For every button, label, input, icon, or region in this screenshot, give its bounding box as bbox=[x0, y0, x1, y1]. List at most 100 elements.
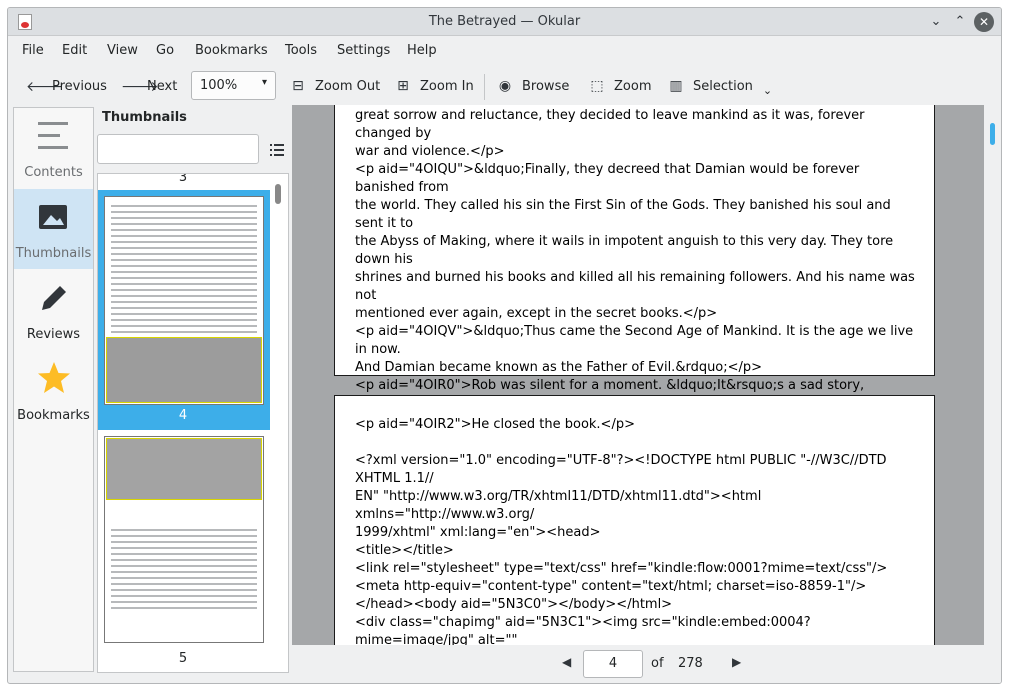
text-line: <p aid="4OIR2">He closed the book.</p> bbox=[355, 417, 635, 432]
thumbnails-title: Thumbnails bbox=[102, 110, 187, 125]
zoom-select-icon: ⬚ bbox=[590, 78, 604, 94]
text-line: <p aid="4OIQV">&ldquo;Thus came the Seco… bbox=[355, 324, 918, 357]
text-line: the world. They called his sin the First… bbox=[355, 198, 895, 231]
current-page-input[interactable]: 4 bbox=[583, 650, 643, 678]
chevron-down-icon: ▾ bbox=[261, 77, 267, 88]
sidebar-item-reviews[interactable]: Reviews bbox=[14, 270, 93, 350]
text-line: <title></title> bbox=[355, 543, 454, 558]
zoom-out-button[interactable]: ⊟ Zoom Out bbox=[289, 76, 380, 96]
sidebar-item-label: Thumbnails bbox=[15, 246, 92, 261]
menu-bar: File Edit View Go Bookmarks Tools Settin… bbox=[8, 36, 1001, 66]
side-navigation: Contents Thumbnails Reviews Bookmarks bbox=[13, 107, 94, 672]
text-line: war and violence.</p> bbox=[355, 144, 505, 159]
zoom-in-icon: ⊞ bbox=[397, 78, 409, 94]
okular-window: The Betrayed — Okular ⌄ ⌃ ✕ File Edit Vi… bbox=[7, 7, 1002, 684]
document-scrollbar-handle[interactable] bbox=[990, 123, 995, 145]
page-of-label: of bbox=[651, 656, 664, 671]
sidebar-item-contents[interactable]: Contents bbox=[14, 108, 93, 188]
toolbar-separator bbox=[484, 74, 485, 100]
text-line: <div class="chapimg" aid="5N3C1"><img sr… bbox=[355, 615, 811, 645]
selection-icon: ▥ bbox=[669, 78, 683, 94]
zoom-out-icon: ⊟ bbox=[292, 78, 304, 94]
menu-view[interactable]: View bbox=[107, 43, 138, 58]
browse-label: Browse bbox=[522, 78, 570, 94]
text-line: </head><body aid="5N3C0"></body></html> bbox=[355, 597, 673, 612]
menu-settings[interactable]: Settings bbox=[337, 43, 390, 58]
text-line: shrines and burned his books and killed … bbox=[355, 270, 919, 303]
zoom-in-button[interactable]: ⊞ Zoom In bbox=[394, 76, 474, 96]
text-line: mentioned ever again, except in the secr… bbox=[355, 306, 718, 321]
pen-icon bbox=[42, 286, 66, 310]
thumbnails-panel: Thumbnails 3 4 5 bbox=[96, 107, 290, 673]
previous-page-icon[interactable]: ◀ bbox=[562, 655, 571, 669]
menu-file[interactable]: File bbox=[22, 43, 44, 58]
contents-icon bbox=[38, 122, 68, 149]
previous-button[interactable]: 🡐 Previous bbox=[26, 76, 107, 96]
thumbnail-selected[interactable]: 4 bbox=[98, 190, 270, 430]
text-line: EN" "http://www.w3.org/TR/xhtml11/DTD/xh… bbox=[355, 489, 766, 522]
page-navigation-bar: ◀ 4 of 278 ▶ bbox=[292, 645, 1001, 683]
zoom-tool-label: Zoom bbox=[614, 78, 652, 94]
text-line: And Damian became known as the Father of… bbox=[355, 360, 763, 375]
thumbnail-page-4[interactable] bbox=[104, 196, 264, 405]
sidebar-item-label: Reviews bbox=[26, 327, 81, 342]
close-icon[interactable]: ✕ bbox=[974, 12, 994, 32]
zoom-in-label: Zoom In bbox=[420, 78, 474, 94]
menu-bookmarks[interactable]: Bookmarks bbox=[195, 43, 268, 58]
selection-label: Selection bbox=[693, 78, 753, 94]
sidebar-item-label: Bookmarks bbox=[17, 408, 90, 423]
text-line: the Abyss of Making, where it wails in i… bbox=[355, 234, 898, 267]
thumbnail-scrollbar-handle[interactable] bbox=[275, 184, 281, 204]
text-line: <meta http-equiv="content-type" content=… bbox=[355, 579, 867, 594]
menu-help[interactable]: Help bbox=[407, 43, 437, 58]
zoom-level-combo[interactable]: 100% ▾ bbox=[191, 71, 276, 100]
document-page-4[interactable]: great sorrow and reluctance, they decide… bbox=[334, 105, 935, 501]
main-toolbar: 🡐 Previous 🡒 Next 100% ▾ ⊟ Zoom Out ⊞ Zo… bbox=[8, 66, 1001, 106]
next-button[interactable]: 🡒 Next bbox=[121, 76, 177, 96]
chevron-down-icon[interactable]: ⌄ bbox=[763, 76, 772, 97]
thumbnail-list[interactable]: 3 4 5 bbox=[97, 173, 289, 673]
sidebar-item-thumbnails[interactable]: Thumbnails bbox=[14, 189, 93, 269]
text-line: great sorrow and reluctance, they decide… bbox=[355, 108, 869, 141]
filter-options-icon[interactable] bbox=[270, 144, 284, 156]
thumbnails-search-input[interactable] bbox=[97, 134, 259, 164]
previous-label: Previous bbox=[52, 78, 107, 94]
zoom-level-value: 100% bbox=[200, 78, 238, 93]
zoom-out-label: Zoom Out bbox=[315, 78, 381, 94]
menu-go[interactable]: Go bbox=[156, 43, 174, 58]
page-text[interactable]: <p aid="4OIR2">He closed the book.</p> <?… bbox=[355, 416, 920, 645]
menu-edit[interactable]: Edit bbox=[62, 43, 87, 58]
visible-area-highlight bbox=[106, 337, 262, 403]
thumbnail-page-5[interactable] bbox=[104, 436, 264, 643]
selection-tool-button[interactable]: ▥ Selection ⌄ bbox=[667, 76, 772, 97]
thumbnail-page-number: 4 bbox=[178, 408, 188, 423]
title-bar: The Betrayed — Okular ⌄ ⌃ ✕ bbox=[8, 8, 1001, 36]
maximize-icon[interactable]: ⌃ bbox=[950, 12, 970, 32]
text-line: <link rel="stylesheet" type="text/css" h… bbox=[355, 561, 888, 576]
thumbnail-page-number: 5 bbox=[178, 651, 188, 666]
document-scrollbar[interactable] bbox=[984, 105, 1001, 645]
text-line: <p aid="4OIQU">&ldquo;Finally, they decr… bbox=[355, 162, 864, 195]
mouse-icon: ◉ bbox=[498, 78, 512, 94]
document-page-5[interactable]: <p aid="4OIR2">He closed the book.</p> <?… bbox=[334, 395, 935, 645]
sidebar-item-bookmarks[interactable]: Bookmarks bbox=[14, 351, 93, 431]
next-page-icon[interactable]: ▶ bbox=[732, 655, 741, 669]
thumbnails-icon bbox=[39, 205, 67, 229]
text-line: <?xml version="1.0" encoding="UTF-8"?><!… bbox=[355, 453, 891, 486]
browse-tool-button[interactable]: ◉ Browse bbox=[496, 76, 569, 96]
zoom-tool-button[interactable]: ⬚ Zoom bbox=[588, 76, 651, 96]
thumbnail-page-number: 3 bbox=[178, 173, 188, 185]
arrow-right-icon: 🡒 bbox=[121, 78, 159, 95]
text-line bbox=[355, 434, 920, 452]
total-pages-label: 278 bbox=[678, 656, 703, 671]
next-label: Next bbox=[147, 78, 178, 94]
star-icon bbox=[38, 362, 70, 393]
window-title: The Betrayed — Okular bbox=[428, 14, 581, 29]
text-line: 1999/xhtml" xml:lang="en"><head> bbox=[355, 525, 601, 540]
document-view[interactable]: great sorrow and reluctance, they decide… bbox=[292, 105, 1001, 645]
minimize-icon[interactable]: ⌄ bbox=[926, 12, 946, 32]
visible-area-highlight bbox=[106, 438, 262, 500]
menu-tools[interactable]: Tools bbox=[285, 43, 317, 58]
sidebar-item-label: Contents bbox=[24, 165, 83, 180]
arrow-left-icon: 🡐 bbox=[26, 78, 64, 95]
